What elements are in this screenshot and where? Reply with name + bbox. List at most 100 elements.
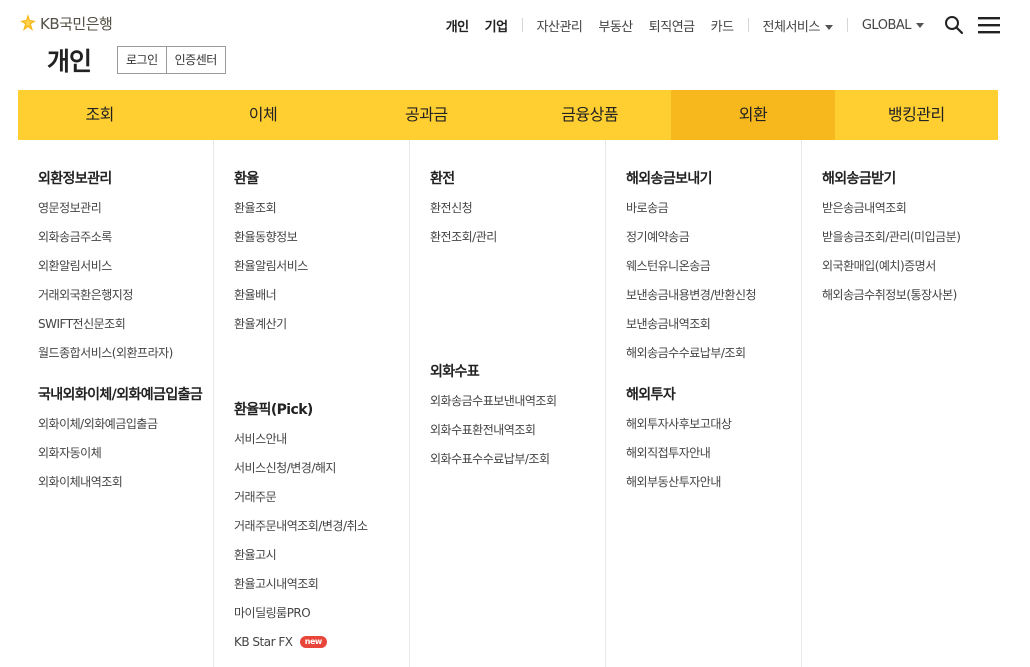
caret-down-icon xyxy=(824,24,833,30)
group-title[interactable]: 환전 xyxy=(430,168,595,190)
mainnav-banking-admin[interactable]: 뱅킹관리 xyxy=(835,90,998,140)
gnb-personal[interactable]: 개인 xyxy=(446,16,469,35)
menu-column: 환율 환율조회 환율동향정보 환율알림서비스 환율배너 환율계산기 환율픽(Pi… xyxy=(214,140,410,667)
gnb-wealth[interactable]: 자산관리 xyxy=(537,16,583,35)
gnb-realestate[interactable]: 부동산 xyxy=(598,16,633,35)
menu-column: 외환정보관리 영문정보관리 외화송금주소록 외환알림서비스 거래외국환은행지정 … xyxy=(18,140,214,667)
menu-link[interactable]: 정기예약송금 xyxy=(626,228,801,246)
menu-link[interactable]: 해외투자사후보고대상 xyxy=(626,415,801,433)
all-services-label: 전체서비스 xyxy=(762,19,821,35)
menu-column: 해외송금받기 받은송금내역조회 받을송금조회/관리(미입금분) 외국환매입(예치… xyxy=(802,140,998,667)
group-title[interactable]: 외환정보관리 xyxy=(38,168,203,190)
gnb-all-services[interactable]: 전체서비스 xyxy=(763,16,833,35)
menu-link[interactable]: 해외송금수취정보(통장사본) xyxy=(822,286,998,304)
menu-group: 외환정보관리 영문정보관리 외화송금주소록 외환알림서비스 거래외국환은행지정 … xyxy=(38,168,213,362)
menu-link[interactable]: 받은송금내역조회 xyxy=(822,199,998,217)
logo-text: KB국민은행 xyxy=(40,14,113,33)
menu-button[interactable] xyxy=(978,16,1000,34)
hamburger-icon xyxy=(978,17,1000,34)
menu-link[interactable]: 외국환매입(예치)증명서 xyxy=(822,257,998,275)
menu-link[interactable]: 월드종합서비스(외환프라자) xyxy=(38,344,213,362)
menu-link[interactable]: 해외송금수수료납부/조회 xyxy=(626,344,801,362)
page-title: 개인 xyxy=(47,47,92,76)
menu-link[interactable]: 해외부동산투자안내 xyxy=(626,473,801,491)
menu-link[interactable]: 웨스턴유니온송금 xyxy=(626,257,801,275)
group-title[interactable]: 해외투자 xyxy=(626,384,791,406)
gnb-business[interactable]: 기업 xyxy=(485,16,508,35)
caret-down-icon xyxy=(916,22,924,28)
menu-link[interactable]: 바로송금 xyxy=(626,199,801,217)
menu-group: 해외송금받기 받은송금내역조회 받을송금조회/관리(미입금분) 외국환매입(예치… xyxy=(822,168,998,304)
menu-link[interactable]: 환율동향정보 xyxy=(234,228,409,246)
menu-column: 환전 환전신청 환전조회/관리 외화수표 외화송금수표보낸내역조회 외화수표환전… xyxy=(410,140,606,667)
menu-link[interactable]: 외화이체내역조회 xyxy=(38,473,213,491)
menu-link[interactable]: 보낸송금내용변경/반환신청 xyxy=(626,286,801,304)
menu-link[interactable]: 환전신청 xyxy=(430,199,605,217)
gnb-card[interactable]: 카드 xyxy=(711,16,734,35)
menu-link[interactable]: 환율고시 xyxy=(234,546,409,564)
mainnav-foreign-exchange[interactable]: 외환 xyxy=(671,90,835,140)
menu-link[interactable]: 거래주문내역조회/변경/취소 xyxy=(234,517,409,535)
menu-link[interactable]: 환율계산기 xyxy=(234,315,409,333)
menu-link[interactable]: SWIFT전신문조회 xyxy=(38,315,213,333)
menu-link[interactable]: 영문정보관리 xyxy=(38,199,213,217)
group-title[interactable]: 국내외화이체/외화예금입출금 xyxy=(38,384,203,406)
menu-link[interactable]: 환율고시내역조회 xyxy=(234,575,409,593)
search-button[interactable] xyxy=(944,15,964,35)
search-icon xyxy=(945,16,964,35)
gnb-pension[interactable]: 퇴직연금 xyxy=(649,16,695,35)
menu-link[interactable]: 보낸송금내역조회 xyxy=(626,315,801,333)
new-badge: new xyxy=(299,636,327,648)
mainnav-products[interactable]: 금융상품 xyxy=(508,90,671,140)
divider xyxy=(846,18,848,32)
menu-group: 환율픽(Pick) 서비스안내 서비스신청/변경/해지 거래주문 거래주문내역조… xyxy=(234,374,409,651)
menu-link[interactable]: 마이딜링룸PRO xyxy=(234,604,409,622)
menu-link[interactable]: 환율조회 xyxy=(234,199,409,217)
group-title[interactable]: 환율 xyxy=(234,168,399,190)
login-button[interactable]: 로그인 xyxy=(118,47,166,73)
menu-group: 해외투자 해외투자사후보고대상 해외직접투자안내 해외부동산투자안내 xyxy=(626,384,801,491)
group-title[interactable]: 해외송금보내기 xyxy=(626,168,791,190)
group-title[interactable]: 환율픽(Pick) xyxy=(234,399,399,421)
kb-star-fx-label: KB Star FX xyxy=(234,635,293,649)
menu-link[interactable]: 외화송금수표보낸내역조회 xyxy=(430,392,605,410)
title-row: 개인 로그인 인증센터 xyxy=(47,42,226,78)
mega-menu: 외환정보관리 영문정보관리 외화송금주소록 외환알림서비스 거래외국환은행지정 … xyxy=(18,140,998,667)
gnb-global[interactable]: GLOBAL xyxy=(862,18,924,33)
menu-group: 국내외화이체/외화예금입출금 외화이체/외화예금입출금 외화자동이체 외화이체내… xyxy=(38,384,213,491)
menu-link[interactable]: 서비스안내 xyxy=(234,430,409,448)
menu-group: 해외송금보내기 바로송금 정기예약송금 웨스턴유니온송금 보낸송금내용변경/반환… xyxy=(626,168,801,362)
mainnav-transfer[interactable]: 이체 xyxy=(181,90,344,140)
mainnav-utility[interactable]: 공과금 xyxy=(345,90,508,140)
menu-link[interactable]: 외환알림서비스 xyxy=(38,257,213,275)
group-title[interactable]: 해외송금받기 xyxy=(822,168,987,190)
menu-link[interactable]: 서비스신청/변경/해지 xyxy=(234,459,409,477)
menu-link[interactable]: 외화자동이체 xyxy=(38,444,213,462)
menu-link[interactable]: 외화수표환전내역조회 xyxy=(430,421,605,439)
cert-center-button[interactable]: 인증센터 xyxy=(165,47,225,73)
menu-column: 해외송금보내기 바로송금 정기예약송금 웨스턴유니온송금 보낸송금내용변경/반환… xyxy=(606,140,802,667)
menu-link[interactable]: 환전조회/관리 xyxy=(430,228,605,246)
menu-link[interactable]: KB Star FX new xyxy=(234,633,409,651)
menu-link[interactable]: 거래외국환은행지정 xyxy=(38,286,213,304)
menu-group: 외화수표 외화송금수표보낸내역조회 외화수표환전내역조회 외화수표수수료납부/조… xyxy=(430,361,605,468)
menu-link[interactable]: 외화송금주소록 xyxy=(38,228,213,246)
global-label: GLOBAL xyxy=(861,17,912,33)
global-nav: 개인 기업 자산관리 부동산 퇴직연금 카드 전체서비스 GLOBAL xyxy=(438,14,1000,36)
divider xyxy=(747,18,749,32)
divider xyxy=(521,18,523,32)
login-group: 로그인 인증센터 xyxy=(117,46,226,74)
menu-link[interactable]: 환율알림서비스 xyxy=(234,257,409,275)
menu-link[interactable]: 받을송금조회/관리(미입금분) xyxy=(822,228,998,246)
group-title[interactable]: 외화수표 xyxy=(430,361,595,383)
menu-link[interactable]: 해외직접투자안내 xyxy=(626,444,801,462)
menu-link[interactable]: 외화수표수수료납부/조회 xyxy=(430,450,605,468)
menu-link[interactable]: 환율배너 xyxy=(234,286,409,304)
mainnav-inquiry[interactable]: 조회 xyxy=(18,90,181,140)
kb-logo[interactable]: KB국민은행 xyxy=(18,13,113,33)
menu-link[interactable]: 거래주문 xyxy=(234,488,409,506)
top-bar: KB국민은행 개인 기업 자산관리 부동산 퇴직연금 카드 전체서비스 GLOB… xyxy=(0,0,1030,48)
main-nav: 조회 이체 공과금 금융상품 외환 뱅킹관리 xyxy=(18,90,998,140)
menu-link[interactable]: 외화이체/외화예금입출금 xyxy=(38,415,213,433)
menu-group: 환율 환율조회 환율동향정보 환율알림서비스 환율배너 환율계산기 xyxy=(234,168,409,352)
